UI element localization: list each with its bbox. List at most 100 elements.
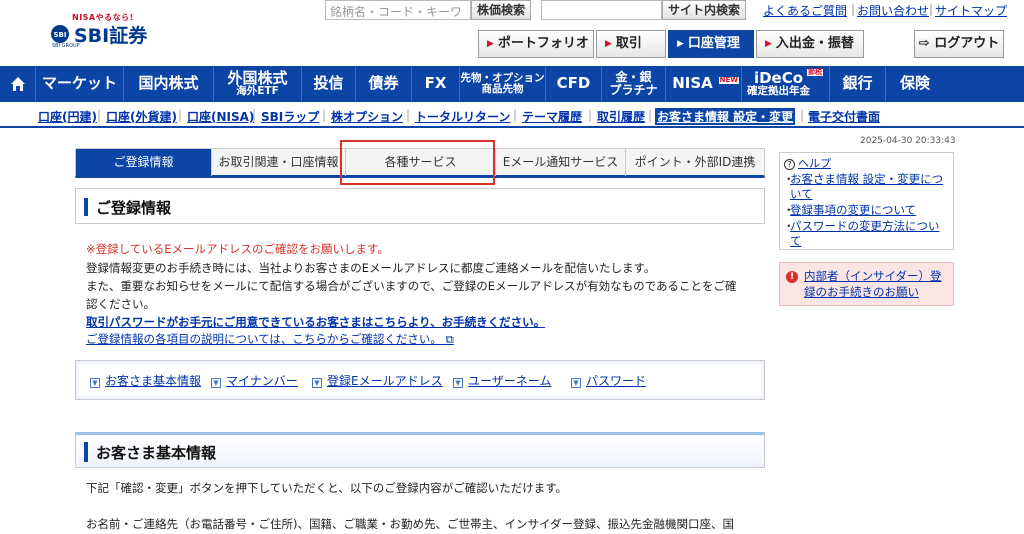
notice-text-2: また、重要なお知らせをメールにて配信する場合がございますので、ご登録のEメールア… [86,279,737,293]
tab-trading-account-info[interactable]: お取引関連・口座情報 [212,149,346,176]
nav-market[interactable]: マーケット [36,66,124,102]
logout-icon: ⇨ [918,36,930,51]
tab-points-external-id[interactable]: ポイント・外部ID連携 [626,149,764,176]
stock-search-input[interactable]: 銘柄名・コード・キーワ [325,0,471,20]
nav-fund[interactable]: 投信 [302,66,356,102]
home-icon [10,77,25,91]
anchor-email[interactable]: ▼ 登録Eメールアドレス [312,372,443,389]
help-item[interactable]: ・お客さま情報 設定・変更について [783,172,950,202]
subnav-stock-option[interactable]: 株オプション [331,108,403,125]
password-procedure-link[interactable]: 取引パスワードがお手元にご用意できているお客さまはこちらより、お手続きください。 [86,314,545,330]
anchor-password[interactable]: ▼ パスワード [571,372,646,389]
nav-label: 投信 [313,74,344,93]
nav-nisa[interactable]: NISA NEW [666,66,742,102]
nav-foreign-stock[interactable]: 外国株式 海外ETF [214,66,302,102]
nav-sublabel: 商品先物 [481,83,524,95]
help-item[interactable]: ・登録事項の変更について [783,203,950,218]
sbi-logo[interactable]: NISAやるなら! SBI SBI証券 SBI GROUP [50,12,160,49]
contact-link[interactable]: お問い合わせ [857,2,929,19]
svg-text:SBI: SBI [54,31,67,39]
insider-notice-link: 内部者（インサイダー）登録のお手続きのお願い [804,269,942,299]
help-item[interactable]: ・パスワードの変更方法について [783,219,950,249]
subnav-account-foreign[interactable]: 口座(外貨建) [106,108,177,125]
nav-futures-options[interactable]: 先物・オプション 商品先物 [460,66,546,102]
anchor-label: パスワード [586,374,647,388]
anchor-username[interactable]: ▼ ユーザーネーム [453,372,551,389]
nav-cfd[interactable]: CFD [546,66,602,102]
subnav-separator: | [97,108,102,122]
nav-domestic-stock[interactable]: 国内株式 [124,66,214,102]
anchor-my-number[interactable]: ▼ マイナンバー [211,372,298,389]
sitemap-link[interactable]: サイトマップ [935,2,1007,19]
nav-bank[interactable]: 銀行 [830,66,886,102]
anchor-basic-info[interactable]: ▼ お客さま基本情報 [90,372,201,389]
account-management-button[interactable]: ▶ 口座管理 [668,30,754,58]
arrow-down-icon: ▼ [312,378,322,388]
subnav-separator: | [588,108,593,122]
subnav-separator: | [513,108,518,122]
site-search-input[interactable] [541,0,662,20]
triangle-right-icon: ▶ [677,39,684,49]
subnav-sbi-wrap[interactable]: SBIラップ [261,108,319,125]
anchor-label: ユーザーネーム [468,374,552,388]
nav-bond[interactable]: 債券 [356,66,412,102]
subnav-theme-history[interactable]: テーマ履歴 [522,108,582,125]
item-description-link[interactable]: ご登録情報の各項目の説明については、こちらからご確認ください。 ⧉ [86,331,454,347]
timestamp: 2025-04-30 20:33:43 [860,136,956,146]
logo-name: SBI証券 [74,25,148,47]
help-item-label: 登録事項の変更について [790,203,917,217]
triangle-right-icon: ▶ [605,39,612,49]
anchor-label: マイナンバー [226,374,298,388]
nav-ideco[interactable]: iDeCo 確定拠出年金 節税 [742,66,830,102]
subnav-total-return[interactable]: トータルリターン [415,108,510,125]
nav-label: 外国株式 [227,68,288,87]
subnav-trade-history[interactable]: 取引履歴 [597,108,645,125]
arrow-down-icon: ▼ [211,378,221,388]
logout-button[interactable]: ⇨ ログアウト [914,30,1004,58]
section-title: ご登録情報 [96,199,172,217]
arrow-down-icon: ▼ [453,378,463,388]
nav-label: 債券 [368,74,399,93]
toplink-separator: | [851,2,856,16]
nav-home[interactable] [0,66,36,102]
highlight-box [340,140,495,185]
logo-group: SBI GROUP [52,43,80,49]
nav-label: NISA [672,74,713,93]
stock-search-button[interactable]: 株価検索 [471,0,531,20]
anchor-links-box: ▼ お客さま基本情報 ▼ マイナンバー ▼ 登録Eメールアドレス ▼ ユーザーネーム ▼… [75,360,765,400]
site-search-button[interactable]: サイト内検索 [662,0,746,20]
help-link[interactable]: ? ヘルプ [784,155,831,171]
tab-email-notification[interactable]: Eメール通知サービス [496,149,626,176]
help-title: ヘルプ [798,157,831,170]
subnav-separator: | [178,108,183,122]
subnav-customer-settings[interactable]: お客さま情報 設定・変更 [655,108,796,125]
item-description-label: ご登録情報の各項目の説明については、こちらからご確認ください。 [86,332,442,346]
external-window-icon: ⧉ [445,332,454,346]
arrow-down-icon: ▼ [571,378,581,388]
basic-info-text-2: お名前・ご連絡先（お電話番号・ご住所)、国籍、ご職業・お勤め先、ご世帯主、インサ… [86,517,735,531]
triangle-right-icon: ▶ [765,39,772,49]
triangle-right-icon: ▶ [487,39,494,49]
insider-notice[interactable]: ! 内部者（インサイダー）登録のお手続きのお願い [779,262,954,306]
bullet: ・ [783,203,795,217]
bullet: ・ [783,219,795,233]
subnav-account-jpy[interactable]: 口座(円建) [38,108,97,125]
notice-text-3: 認ください。 [86,297,155,311]
account-management-label: 口座管理 [687,36,740,51]
subnav-separator: | [406,108,411,122]
basic-info-text-1: 下記「確認・変更」ボタンを押下していただくと、以下のご登録内容がご確認いただけま… [86,481,568,495]
nav-fx[interactable]: FX [412,66,460,102]
nav-gold-silver[interactable]: 金・銀 プラチナ [602,66,666,102]
subnav-account-nisa[interactable]: 口座(NISA) [187,108,254,125]
nav-insurance[interactable]: 保険 [886,66,944,102]
tab-registration-info[interactable]: ご登録情報 [76,149,212,176]
tax-saving-badge: 節税 [807,68,823,77]
help-icon: ? [784,159,795,170]
alert-icon: ! [786,271,798,283]
notice-text-1: 登録情報変更のお手続き時には、当社よりお客さまのEメールアドレスに都度ご連絡メー… [86,261,656,275]
faq-link[interactable]: よくあるご質問 [763,2,847,19]
subnav-electronic-documents[interactable]: 電子交付書面 [808,108,880,125]
trade-button[interactable]: ▶ 取引 [596,30,666,58]
deposit-transfer-button[interactable]: ▶ 入出金・振替 [756,30,864,58]
portfolio-button[interactable]: ▶ ポートフォリオ [478,30,594,58]
